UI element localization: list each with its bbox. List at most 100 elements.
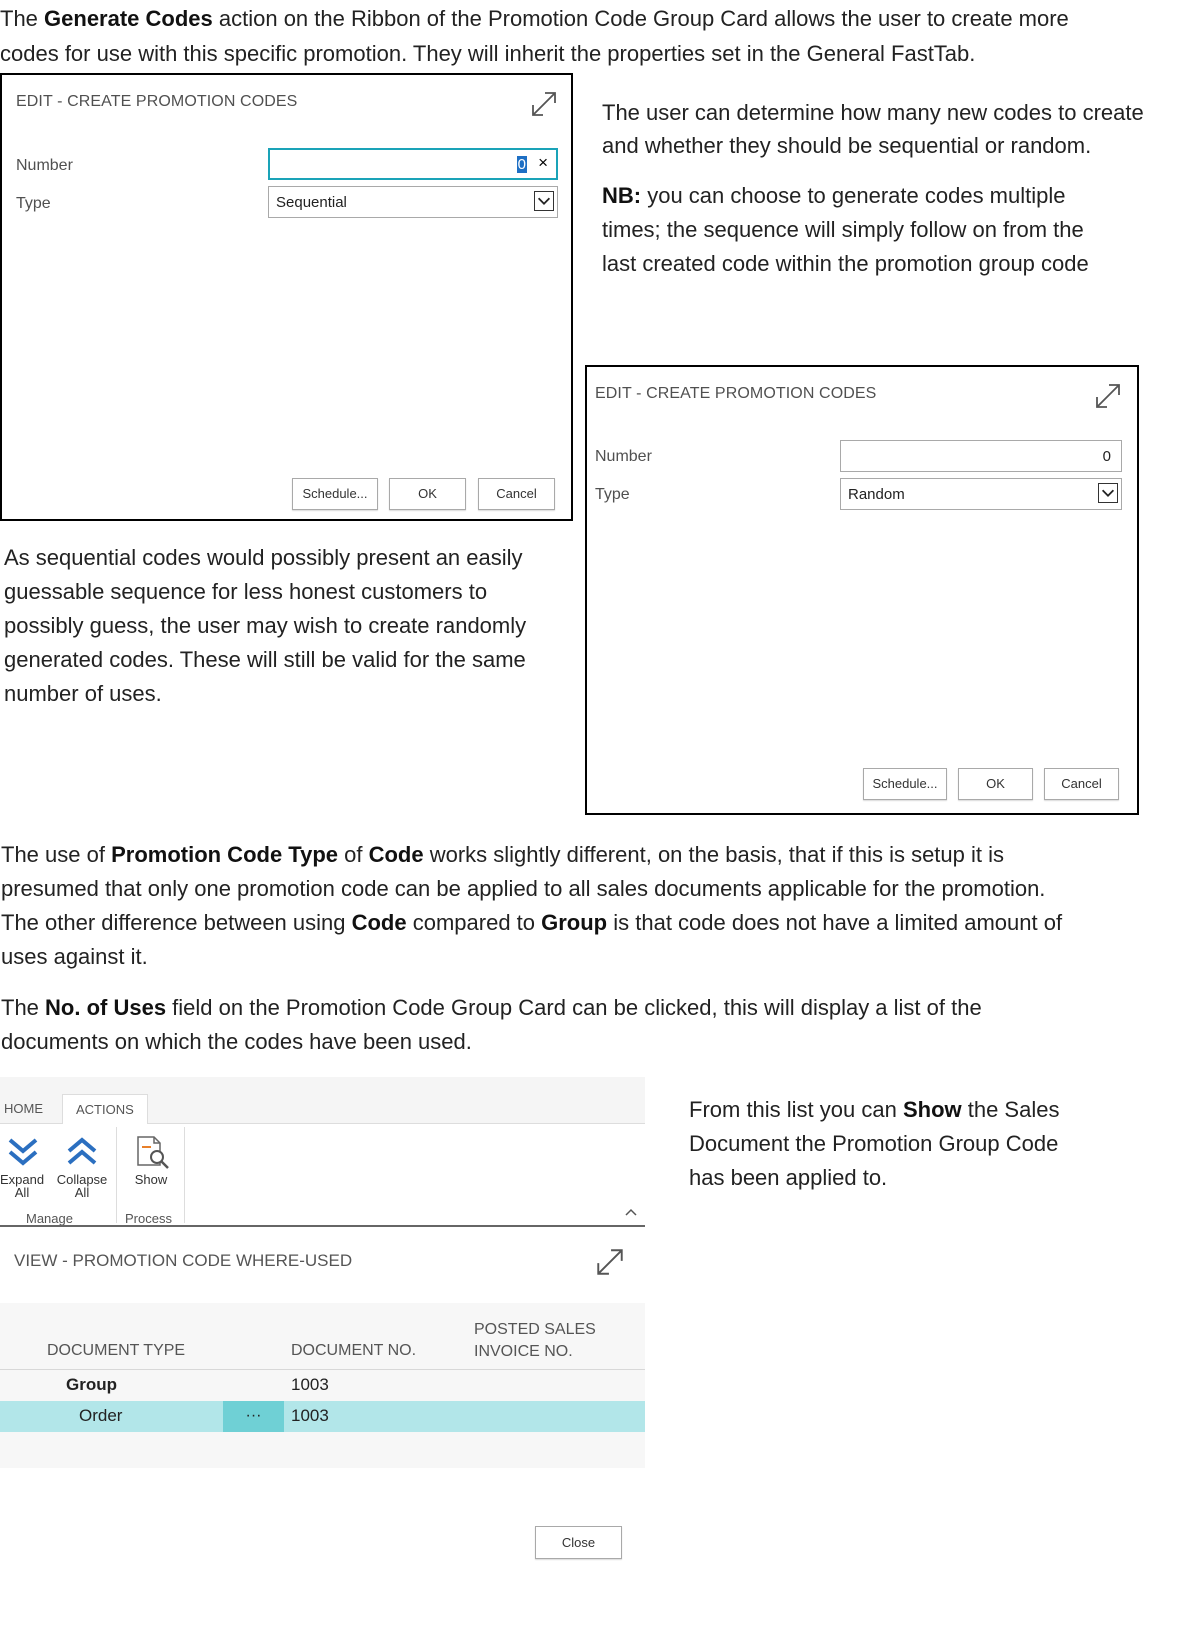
- collapse-all-button[interactable]: Collapse All: [54, 1173, 110, 1199]
- schedule-button[interactable]: Schedule...: [863, 768, 947, 800]
- ok-button[interactable]: OK: [389, 478, 466, 510]
- document-type-cell: Order: [79, 1406, 123, 1425]
- paragraph-text: of: [338, 842, 369, 867]
- show-document-icon[interactable]: [135, 1135, 173, 1171]
- header-line: POSTED SALES: [474, 1321, 596, 1338]
- ribbon-divider: [184, 1127, 185, 1223]
- code-term: Code: [351, 910, 407, 935]
- type-value: Sequential: [276, 194, 347, 211]
- paragraph-text: The other difference between using: [1, 910, 352, 935]
- number-value: 0: [1102, 448, 1111, 465]
- right-description: The user can determine how many new code…: [602, 96, 1192, 162]
- intro-text: The: [0, 6, 45, 31]
- ok-button[interactable]: OK: [958, 768, 1033, 800]
- number-value: 0: [516, 156, 527, 173]
- explanation-line: number of uses.: [4, 681, 162, 706]
- document-no-cell: 1003: [291, 1375, 329, 1394]
- intro-text: action on the Ribbon of the Promotion Co…: [212, 6, 1069, 31]
- document-no-cell: 1003: [291, 1406, 329, 1425]
- expand-icon[interactable]: [529, 89, 559, 119]
- paragraph-text: compared to: [406, 910, 542, 935]
- collapse-all-icon[interactable]: [66, 1136, 98, 1168]
- tab-home[interactable]: HOME: [4, 1094, 43, 1124]
- explanation-line: As sequential codes would possibly prese…: [4, 545, 523, 570]
- dialog-title: EDIT - CREATE PROMOTION CODES: [595, 385, 877, 402]
- dialog-title: EDIT - CREATE PROMOTION CODES: [16, 93, 298, 110]
- paragraph-text: is that code does not have a limited amo…: [607, 910, 1063, 935]
- clear-icon[interactable]: ×: [538, 153, 548, 173]
- cancel-button[interactable]: Cancel: [478, 478, 555, 510]
- column-header-document-type[interactable]: DOCUMENT TYPE: [47, 1340, 185, 1362]
- intro-paragraph: The Generate Codes action on the Ribbon …: [0, 1, 1194, 71]
- explanation-text: has been applied to.: [689, 1165, 888, 1190]
- expand-all-button[interactable]: Expand All: [0, 1173, 46, 1199]
- chevron-down-icon[interactable]: [534, 191, 554, 211]
- collapse-label: All: [74, 1185, 90, 1200]
- group-label-manage: Manage: [26, 1211, 73, 1226]
- create-promotion-codes-dialog-random: EDIT - CREATE PROMOTION CODES Number 0 T…: [585, 365, 1139, 815]
- explanation-line: guessable sequence for less honest custo…: [4, 579, 488, 604]
- table-row-selected[interactable]: Order ··· 1003: [0, 1401, 645, 1432]
- paragraph-text: The use of: [1, 842, 112, 867]
- paragraph-text: field on the Promotion Code Group Card c…: [166, 995, 982, 1020]
- expand-icon[interactable]: [1093, 381, 1123, 411]
- paragraph-text: works slightly different, on the basis, …: [423, 842, 1005, 867]
- close-button[interactable]: Close: [535, 1526, 622, 1559]
- paragraph-text: documents on which the codes have been u…: [1, 1029, 472, 1054]
- document-type-cell: Group: [66, 1375, 117, 1394]
- nb-line: you can choose to generate codes multipl…: [641, 183, 1066, 208]
- number-label: Number: [16, 157, 73, 174]
- chevron-down-icon[interactable]: [1098, 483, 1118, 503]
- column-header-posted-sales-invoice-no[interactable]: POSTED SALES INVOICE NO.: [474, 1319, 596, 1363]
- number-field[interactable]: 0 ×: [268, 148, 558, 180]
- where-used-title: VIEW - PROMOTION CODE WHERE-USED: [14, 1251, 353, 1270]
- row-menu-button[interactable]: ···: [223, 1401, 284, 1432]
- type-select[interactable]: Random: [840, 478, 1122, 510]
- nb-line: times; the sequence will simply follow o…: [602, 217, 1084, 242]
- type-value: Random: [848, 486, 905, 503]
- cancel-button[interactable]: Cancel: [1044, 768, 1119, 800]
- column-header-document-no[interactable]: DOCUMENT NO.: [291, 1340, 416, 1362]
- tab-actions[interactable]: ACTIONS: [62, 1094, 148, 1125]
- create-promotion-codes-dialog-sequential: EDIT - CREATE PROMOTION CODES Number 0 ×…: [0, 73, 573, 521]
- expand-label: All: [14, 1185, 30, 1200]
- paragraph-text: The: [1, 995, 46, 1020]
- type-select[interactable]: Sequential: [268, 186, 558, 218]
- show-term: Show: [902, 1097, 962, 1122]
- group-label-process: Process: [125, 1211, 172, 1226]
- description-line: and whether they should be sequential or…: [602, 133, 1092, 158]
- promotion-code-type-term: Promotion Code Type: [111, 842, 339, 867]
- show-button[interactable]: Show: [128, 1173, 174, 1186]
- explanation-line: possibly guess, the user may wish to cre…: [4, 613, 527, 638]
- table-row[interactable]: Group 1003: [0, 1370, 645, 1401]
- no-of-uses-paragraph: The No. of Uses field on the Promotion C…: [1, 991, 1193, 1059]
- ribbon: HOME ACTIONS Expand All Collapse All Sho…: [0, 1077, 645, 1227]
- expand-icon[interactable]: [594, 1246, 626, 1278]
- nb-note: NB: you can choose to generate codes mul…: [602, 179, 1192, 281]
- code-type-paragraph: The use of Promotion Code Type of Code w…: [1, 838, 1193, 974]
- group-term: Group: [541, 910, 608, 935]
- nb-line: last created code within the promotion g…: [602, 251, 1089, 276]
- where-used-grid: DOCUMENT TYPE DOCUMENT NO. POSTED SALES …: [0, 1303, 645, 1468]
- explanation-text: Document the Promotion Group Code: [689, 1131, 1059, 1156]
- schedule-button[interactable]: Schedule...: [292, 478, 378, 510]
- chevron-up-icon[interactable]: [624, 1207, 638, 1217]
- ribbon-divider: [116, 1127, 117, 1223]
- type-label: Type: [595, 486, 630, 503]
- header-line: INVOICE NO.: [474, 1343, 573, 1360]
- intro-text: codes for use with this specific promoti…: [0, 41, 976, 66]
- ellipsis-icon: ···: [245, 1407, 262, 1424]
- random-codes-explanation: As sequential codes would possibly prese…: [4, 541, 574, 711]
- ribbon-bottom-border: [0, 1225, 645, 1227]
- description-line: The user can determine how many new code…: [602, 100, 1144, 125]
- paragraph-text: uses against it.: [1, 944, 148, 969]
- code-term: Code: [368, 842, 424, 867]
- explanation-line: generated codes. These will still be val…: [4, 647, 526, 672]
- number-field[interactable]: 0: [840, 440, 1122, 472]
- expand-all-icon[interactable]: [7, 1136, 39, 1168]
- explanation-text: the Sales: [961, 1097, 1060, 1122]
- type-label: Type: [16, 195, 51, 212]
- show-explanation: From this list you can Show the Sales Do…: [689, 1093, 1189, 1195]
- number-label: Number: [595, 448, 652, 465]
- no-of-uses-term: No. of Uses: [45, 995, 167, 1020]
